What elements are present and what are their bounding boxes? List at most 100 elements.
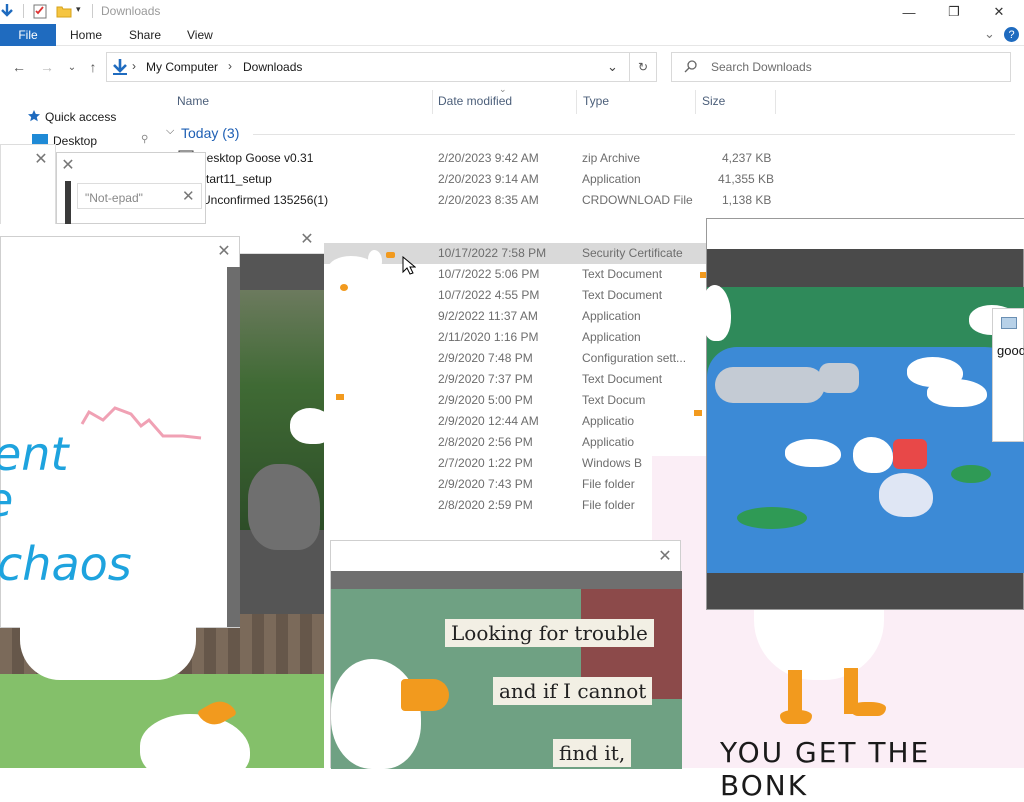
refresh-icon[interactable]: ↻ [630, 52, 657, 82]
pond-rock [819, 363, 859, 393]
notepad-icon [1001, 317, 1017, 329]
meme-image: Looking for trouble and if I cannot find… [331, 589, 682, 769]
search-icon [684, 59, 698, 76]
goose-body [290, 408, 334, 444]
goose-sprite[interactable] [640, 396, 710, 456]
tab-share[interactable]: Share [129, 28, 161, 42]
col-name[interactable]: Name [177, 94, 209, 108]
file-type: Configuration sett... [582, 351, 687, 365]
file-date: 2/20/2023 8:35 AM [438, 193, 539, 207]
customize-qa-icon[interactable]: ▾ [76, 4, 81, 15]
bonk-meme: YOU GET THE BONK [680, 610, 1024, 802]
file-type: Application [582, 330, 641, 344]
goose-body [879, 473, 933, 517]
back-arrow-icon[interactable]: ← [9, 57, 29, 77]
address-input[interactable]: › My Computer › Downloads ⌄ [106, 52, 630, 82]
crumb-my-computer[interactable]: My Computer [146, 60, 218, 74]
address-bar-row: ← → ⌄ ↑ › My Computer › Downloads ⌄ ↻ Se… [0, 47, 1024, 87]
col-type[interactable]: Type [583, 94, 609, 108]
lily-pad [737, 507, 807, 529]
file-type: CRDOWNLOAD File [582, 193, 693, 207]
up-arrow-icon[interactable]: ↑ [83, 57, 103, 77]
qa-divider [23, 4, 24, 18]
popup-window: ✕ [0, 144, 56, 228]
goose-sprite[interactable] [328, 246, 400, 294]
new-folder-icon[interactable] [56, 3, 72, 18]
file-type: Text Docum [582, 393, 646, 407]
goose-foot [850, 702, 886, 716]
file-date: 10/17/2022 7:58 PM [438, 246, 547, 260]
goose-foot [340, 284, 348, 291]
goose-neck [368, 250, 382, 270]
group-header-today[interactable]: Today (3) [181, 125, 239, 141]
meme-caption: YOU GET THE BONK [720, 736, 931, 802]
ribbon-collapse-button[interactable]: ⌄ [984, 26, 995, 42]
tab-home[interactable]: Home [70, 28, 102, 42]
nav-quick-access[interactable]: Quick access [45, 110, 116, 124]
search-placeholder: Search Downloads [711, 60, 812, 74]
col-date[interactable]: Date modified [438, 94, 512, 108]
close-icon[interactable]: ✕ [31, 149, 51, 169]
ribbon-tabs: File Home Share View ⌄ ? [0, 24, 1024, 46]
recent-locations-icon[interactable]: ⌄ [62, 57, 82, 77]
window-band [331, 571, 682, 589]
goose-body [853, 437, 893, 473]
goose-body [927, 379, 987, 407]
notepad-popup: ✕ "Not-epad" ✕ [56, 152, 206, 225]
file-type: Text Document [582, 288, 663, 302]
crumb-separator-icon: › [132, 59, 136, 73]
file-date: 2/11/2020 1:16 PM [438, 330, 539, 344]
close-icon[interactable]: ✕ [182, 187, 195, 205]
meme-line-1: Looking for trouble [445, 619, 654, 647]
goose-crown [893, 439, 927, 469]
tab-view[interactable]: View [187, 28, 213, 42]
file-type: Text Document [582, 372, 663, 386]
search-input[interactable]: Search Downloads [671, 52, 1011, 82]
address-dropdown-icon[interactable]: ⌄ [607, 59, 618, 75]
goose-body [785, 439, 841, 467]
file-date: 10/7/2022 4:55 PM [438, 288, 540, 302]
notepad-text: good [997, 343, 1024, 358]
close-icon[interactable]: ✕ [297, 229, 317, 249]
col-separator [576, 90, 577, 114]
file-name: Start11_setup [198, 172, 272, 186]
file-name: Unconfirmed 135256(1) [202, 193, 329, 207]
goose-beak [386, 252, 395, 258]
help-icon[interactable]: ? [1004, 27, 1019, 42]
close-icon[interactable]: ✕ [655, 546, 675, 566]
properties-icon[interactable] [33, 3, 47, 19]
close-button[interactable]: ✕ [976, 0, 1022, 24]
file-type: Security Certificate [582, 246, 683, 260]
crumb-downloads[interactable]: Downloads [243, 60, 302, 74]
col-separator [432, 90, 433, 114]
lily-pad [951, 465, 991, 483]
file-date: 2/9/2020 7:48 PM [438, 351, 533, 365]
green-panel [0, 674, 324, 784]
download-arrow-icon[interactable] [0, 3, 14, 17]
file-date: 2/8/2020 2:59 PM [438, 498, 533, 512]
notepad-text: "Not-epad" [85, 191, 143, 205]
group-collapse-icon[interactable]: ⌵ [166, 125, 174, 138]
drawing-window: ✕ ent e chaos [0, 236, 240, 628]
downloads-folder-icon [111, 58, 129, 79]
goose-beak [694, 410, 702, 416]
file-type: File folder [582, 477, 635, 491]
col-size[interactable]: Size [702, 94, 725, 108]
close-icon[interactable]: ✕ [214, 241, 234, 261]
maximize-button[interactable]: ❐ [931, 0, 977, 24]
col-separator [695, 90, 696, 114]
close-icon[interactable]: ✕ [58, 155, 78, 175]
minimize-button[interactable]: — [886, 0, 932, 24]
goose-illustration [140, 714, 250, 784]
drawing-text-2: e [0, 473, 13, 527]
file-date: 2/8/2020 2:56 PM [438, 435, 533, 449]
goose-sprite[interactable] [288, 390, 388, 470]
title-bar: ▾ Downloads — ❐ ✕ [0, 0, 1024, 24]
tab-file[interactable]: File [0, 24, 56, 46]
notepad-field[interactable]: "Not-epad" ✕ [77, 183, 202, 209]
nav-desktop[interactable]: Desktop [53, 134, 97, 148]
forward-arrow-icon[interactable]: → [37, 57, 57, 77]
file-date: 2/9/2020 7:43 PM [438, 477, 533, 491]
title-divider [92, 4, 93, 18]
pin-icon[interactable]: ⚲ [141, 134, 148, 145]
